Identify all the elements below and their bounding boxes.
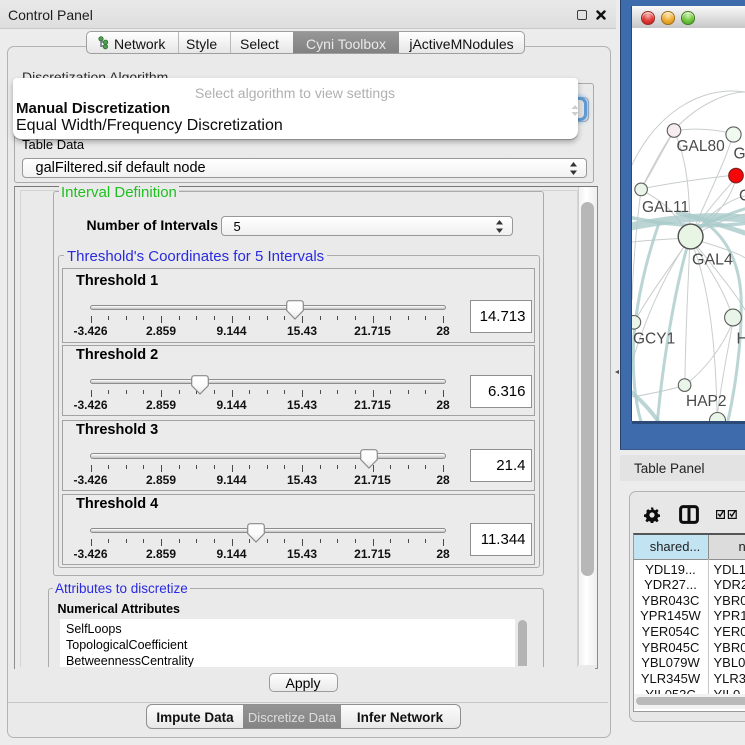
svg-text:GAL80: GAL80 [677,138,726,155]
svg-text:GAL4: GAL4 [692,252,733,269]
svg-text:GCY1: GCY1 [633,331,675,348]
svg-text:C: C [739,188,745,205]
svg-text:GA: GA [734,146,745,163]
svg-text:HAP2: HAP2 [686,393,727,410]
svg-text:GAL11: GAL11 [642,199,689,216]
svg-text:H: H [737,331,745,348]
